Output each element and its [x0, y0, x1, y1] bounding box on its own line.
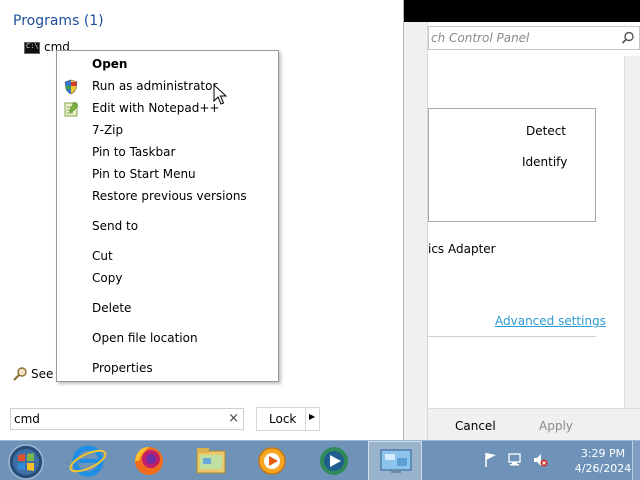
media-player-icon[interactable]	[250, 443, 294, 479]
clock-date[interactable]: 4/26/2024	[567, 462, 639, 475]
cp-left-strip	[404, 22, 428, 440]
cancel-button[interactable]: Cancel	[455, 419, 496, 433]
menu-item-open[interactable]: Open	[92, 57, 127, 71]
cmd-icon: C:\	[24, 42, 40, 54]
network-icon[interactable]	[507, 451, 523, 469]
monitor-layout-box	[428, 108, 596, 222]
cp-titlebar	[404, 0, 640, 22]
lock-button[interactable]: Lock	[256, 407, 306, 431]
file-explorer-icon[interactable]	[189, 443, 233, 479]
menu-item-7zip[interactable]: 7-Zip	[92, 123, 123, 137]
menu-item-cut[interactable]: Cut	[92, 249, 113, 263]
volume-muted-icon[interactable]	[532, 451, 548, 469]
display-settings-icon	[380, 449, 412, 473]
magnifier-icon	[13, 367, 27, 381]
menu-item-edit-with-notepad[interactable]: Edit with Notepad++	[92, 101, 219, 115]
clear-search-icon[interactable]: ×	[228, 411, 239, 426]
internet-explorer-icon[interactable]	[66, 443, 110, 479]
menu-item-run-as-administrator[interactable]: Run as administrator	[92, 79, 217, 93]
shield-icon	[64, 79, 78, 95]
identify-button[interactable]: Identify	[522, 155, 567, 169]
cp-search-placeholder: ch Control Panel	[431, 31, 530, 45]
mouse-pointer-icon	[213, 84, 228, 105]
menu-item-properties[interactable]: Properties	[92, 361, 153, 375]
shutdown-options-button[interactable]: ▶	[306, 407, 320, 431]
lock-label: Lock	[269, 412, 297, 426]
cp-scrollbar[interactable]	[624, 56, 640, 414]
control-panel-window: ch Control Panel Detect Identify ics Ada…	[404, 0, 640, 440]
arrow-right-icon: ▶	[309, 412, 316, 421]
media-center-icon[interactable]	[312, 443, 356, 479]
show-desktop-button[interactable]	[632, 441, 640, 480]
programs-header: Programs (1)	[13, 13, 104, 29]
menu-item-restore-previous-versions[interactable]: Restore previous versions	[92, 189, 247, 203]
adapter-label: ics Adapter	[428, 242, 496, 256]
menu-item-open-file-location[interactable]: Open file location	[92, 331, 198, 345]
menu-item-pin-to-start-menu[interactable]: Pin to Start Menu	[92, 167, 196, 181]
advanced-settings-link[interactable]: Advanced settings	[495, 314, 606, 328]
start-search-value: cmd	[14, 412, 40, 426]
detect-button[interactable]: Detect	[526, 124, 566, 138]
taskbar-active-window[interactable]	[368, 441, 422, 480]
menu-item-send-to[interactable]: Send to	[92, 219, 138, 233]
cp-search-input[interactable]: ch Control Panel	[428, 26, 640, 50]
action-center-flag-icon[interactable]	[483, 451, 499, 469]
taskbar	[0, 440, 640, 480]
firefox-icon[interactable]	[127, 443, 171, 479]
start-orb-icon[interactable]	[6, 443, 46, 480]
search-icon[interactable]	[621, 31, 635, 45]
context-menu: Open Run as administrator Edit with Note…	[56, 50, 279, 382]
clock-time[interactable]: 3:29 PM	[567, 447, 639, 460]
notepad-plus-plus-icon	[64, 101, 79, 117]
apply-button: Apply	[539, 419, 573, 433]
menu-item-copy[interactable]: Copy	[92, 271, 122, 285]
start-search-input[interactable]: cmd ×	[10, 408, 244, 430]
cp-divider	[428, 336, 596, 337]
cmd-icon-text: C:\	[26, 42, 39, 50]
menu-item-pin-to-taskbar[interactable]: Pin to Taskbar	[92, 145, 175, 159]
menu-item-delete[interactable]: Delete	[92, 301, 131, 315]
